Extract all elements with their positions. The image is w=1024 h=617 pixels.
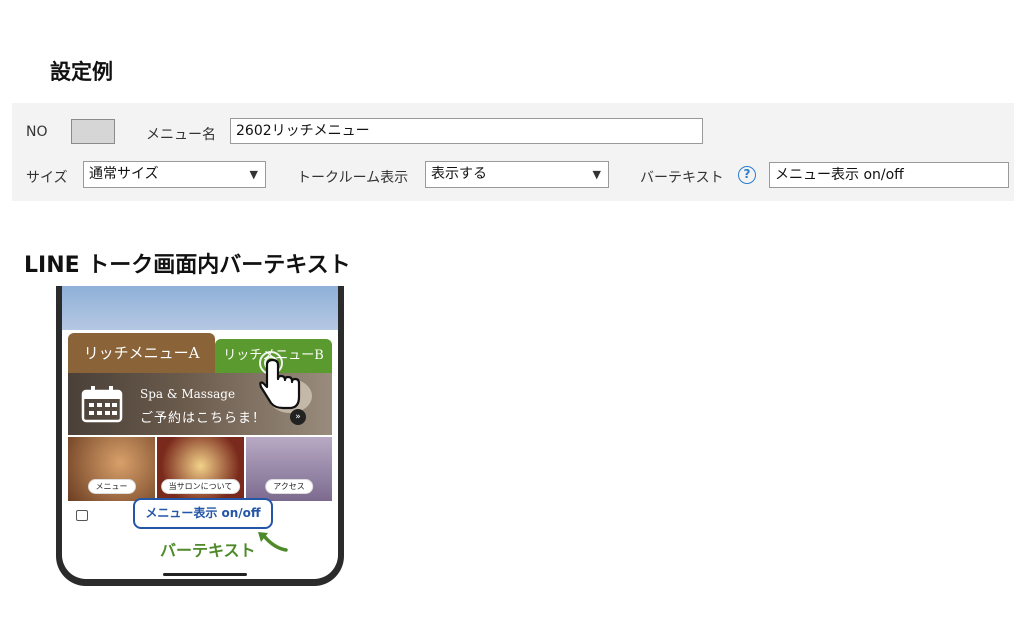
talkroom-select-value: 表示する bbox=[431, 166, 487, 182]
tile-label: 当サロンについて bbox=[160, 479, 241, 494]
menu-name-label: メニュー名 bbox=[146, 127, 216, 143]
settings-panel: NO メニュー名 2602リッチメニュー サイズ 通常サイズ ▼ トークルーム表… bbox=[12, 103, 1014, 201]
menu-name-input[interactable]: 2602リッチメニュー bbox=[230, 118, 703, 144]
talkroom-label: トークルーム表示 bbox=[297, 170, 409, 186]
help-icon[interactable]: ? bbox=[738, 166, 756, 184]
tile-label: メニュー bbox=[87, 479, 136, 494]
tile-menu[interactable]: メニュー bbox=[68, 437, 155, 501]
chevron-down-icon: ▼ bbox=[592, 168, 601, 181]
talkroom-select[interactable]: 表示する ▼ bbox=[425, 161, 609, 188]
phone-mockup: リッチメニューA リッチメニューB Spa & Massage ご予約はこちらま… bbox=[56, 286, 344, 586]
no-field[interactable] bbox=[71, 119, 115, 144]
size-select-value: 通常サイズ bbox=[89, 166, 159, 182]
home-indicator bbox=[163, 573, 247, 576]
tile-access[interactable]: アクセス bbox=[246, 437, 332, 501]
section-title: LINE トーク画面内バーテキスト bbox=[24, 253, 351, 278]
bar-text-caption: バーテキスト bbox=[160, 541, 256, 560]
banner-subtitle: Spa & Massage bbox=[140, 387, 236, 401]
tile-about-salon[interactable]: 当サロンについて bbox=[157, 437, 244, 501]
rich-menu-tab-a[interactable]: リッチメニューA bbox=[68, 333, 215, 373]
keyboard-icon[interactable] bbox=[76, 510, 88, 521]
menu-tiles: メニュー 当サロンについて アクセス bbox=[68, 437, 332, 501]
hand-pointer-icon bbox=[259, 351, 301, 410]
chat-background bbox=[62, 286, 338, 330]
arrow-right-icon: » bbox=[290, 409, 306, 425]
tile-label: アクセス bbox=[265, 479, 313, 494]
chevron-down-icon: ▼ bbox=[249, 168, 258, 181]
curved-arrow-icon bbox=[258, 532, 288, 552]
banner-title: ご予約はこちらま！ bbox=[140, 411, 267, 426]
calendar-icon bbox=[81, 386, 123, 423]
phone-screen: リッチメニューA リッチメニューB Spa & Massage ご予約はこちらま… bbox=[62, 286, 338, 579]
bartext-label: バーテキスト bbox=[640, 170, 724, 186]
menu-bar-text-button[interactable]: メニュー表示 on/off bbox=[133, 498, 273, 529]
size-select[interactable]: 通常サイズ ▼ bbox=[83, 161, 266, 188]
bartext-input[interactable]: メニュー表示 on/off bbox=[769, 162, 1009, 188]
size-label: サイズ bbox=[26, 170, 68, 186]
page-title: 設定例 bbox=[50, 60, 113, 84]
no-label: NO bbox=[26, 124, 48, 140]
